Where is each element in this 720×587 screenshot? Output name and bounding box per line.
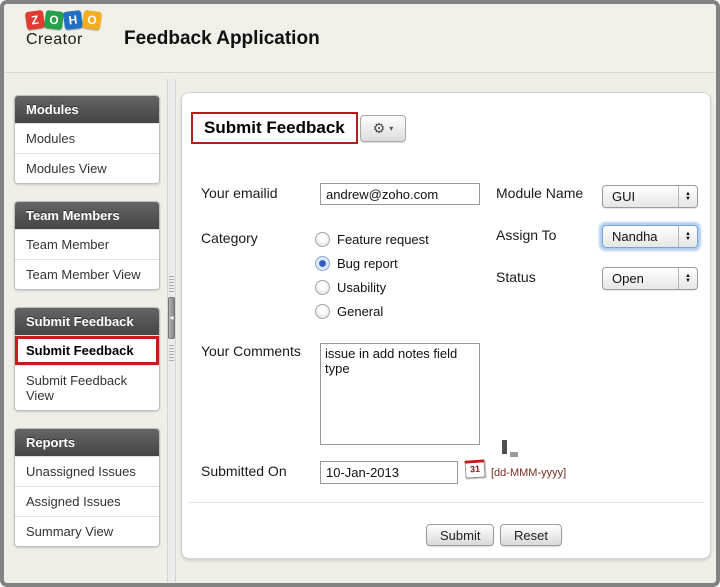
radio-bug-report[interactable]: Bug report xyxy=(315,256,398,271)
gear-icon: ⚙ xyxy=(373,120,386,136)
submitted-on-label: Submitted On xyxy=(201,463,287,479)
module-name-label: Module Name xyxy=(496,185,583,201)
form-divider xyxy=(188,502,704,503)
radio-selected-icon[interactable] xyxy=(315,256,330,271)
zoho-creator-logo[interactable]: ZOHO Creator xyxy=(26,11,121,49)
radio-icon[interactable] xyxy=(315,304,330,319)
email-input[interactable] xyxy=(320,183,480,205)
settings-menu-button[interactable]: ⚙ ▾ xyxy=(360,115,406,142)
module-name-value: GUI xyxy=(603,189,678,204)
app-header: ZOHO Creator Feedback Application xyxy=(4,4,716,73)
comments-label: Your Comments xyxy=(201,343,301,359)
chevron-down-icon: ▾ xyxy=(389,124,393,133)
calendar-icon[interactable]: 31 xyxy=(464,459,485,478)
module-name-select[interactable]: GUI ▲▼ xyxy=(602,185,698,208)
radio-label: Usability xyxy=(337,280,386,295)
email-label: Your emailid xyxy=(201,185,278,201)
sidebar-header-reports[interactable]: Reports xyxy=(15,429,159,456)
logo-letter-o1: O xyxy=(44,10,64,30)
comments-textarea[interactable]: issue in add notes field type xyxy=(320,343,480,445)
sidebar-item-submit-feedback-view[interactable]: Submit Feedback View xyxy=(15,365,159,410)
date-format-hint: [dd-MMM-yyyy] xyxy=(491,467,566,479)
status-select[interactable]: Open ▲▼ xyxy=(602,267,698,290)
stepper-arrows-icon: ▲▼ xyxy=(678,186,697,207)
status-label: Status xyxy=(496,269,536,285)
radio-label: Bug report xyxy=(337,256,398,271)
logo-letter-o2: O xyxy=(82,10,102,30)
form-panel: Submit Feedback ⚙ ▾ Your emailid Module … xyxy=(181,92,711,559)
sidebar-splitter[interactable]: ◂ xyxy=(167,79,176,582)
stepper-arrows-icon: ▲▼ xyxy=(678,268,697,289)
radio-label: General xyxy=(337,304,383,319)
sidebar-section-reports: Reports Unassigned Issues Assigned Issue… xyxy=(14,428,160,547)
sidebar-item-unassigned-issues[interactable]: Unassigned Issues xyxy=(15,456,159,486)
app-title: Feedback Application xyxy=(124,28,320,50)
sidebar-item-modules-view[interactable]: Modules View xyxy=(15,153,159,183)
assign-to-value: Nandha xyxy=(603,229,678,244)
splitter-grip-top[interactable] xyxy=(169,276,174,292)
sidebar-section-submit-feedback: Submit Feedback Submit Feedback Submit F… xyxy=(14,307,160,411)
text-cursor-artifact xyxy=(502,440,507,454)
radio-icon[interactable] xyxy=(315,232,330,247)
sidebar-header-modules[interactable]: Modules xyxy=(15,96,159,123)
sidebar: Modules Modules Modules View Team Member… xyxy=(14,95,160,564)
sidebar-item-team-member[interactable]: Team Member xyxy=(15,229,159,259)
sidebar-item-assigned-issues[interactable]: Assigned Issues xyxy=(15,486,159,516)
radio-usability[interactable]: Usability xyxy=(315,280,386,295)
splitter-collapse-handle[interactable]: ◂ xyxy=(168,297,175,339)
sidebar-item-summary-view[interactable]: Summary View xyxy=(15,516,159,546)
sidebar-section-modules: Modules Modules Modules View xyxy=(14,95,160,184)
radio-icon[interactable] xyxy=(315,280,330,295)
stepper-arrows-icon: ▲▼ xyxy=(678,226,697,247)
sidebar-item-modules[interactable]: Modules xyxy=(15,123,159,153)
zoho-logo-icon: ZOHO xyxy=(26,11,121,29)
sidebar-header-team-members[interactable]: Team Members xyxy=(15,202,159,229)
text-cursor-artifact-shadow xyxy=(510,452,518,457)
page-title: Submit Feedback xyxy=(191,112,358,144)
sidebar-section-team-members: Team Members Team Member Team Member Vie… xyxy=(14,201,160,290)
collapse-arrow-icon: ◂ xyxy=(169,313,173,322)
logo-letter-z: Z xyxy=(25,10,45,30)
splitter-grip-bottom[interactable] xyxy=(169,345,174,361)
category-label: Category xyxy=(201,230,258,246)
sidebar-item-team-member-view[interactable]: Team Member View xyxy=(15,259,159,289)
assign-to-select[interactable]: Nandha ▲▼ xyxy=(602,225,698,248)
reset-button[interactable]: Reset xyxy=(500,524,562,546)
submit-button[interactable]: Submit xyxy=(426,524,494,546)
sidebar-header-submit-feedback[interactable]: Submit Feedback xyxy=(15,308,159,335)
radio-feature-request[interactable]: Feature request xyxy=(315,232,429,247)
logo-letter-h: H xyxy=(63,10,83,30)
submitted-on-input[interactable] xyxy=(320,461,458,484)
app-window: ZOHO Creator Feedback Application Module… xyxy=(0,0,720,587)
status-value: Open xyxy=(603,271,678,286)
logo-creator-text: Creator xyxy=(26,31,121,49)
radio-label: Feature request xyxy=(337,232,429,247)
sidebar-item-submit-feedback[interactable]: Submit Feedback xyxy=(15,335,159,365)
radio-general[interactable]: General xyxy=(315,304,383,319)
assign-to-label: Assign To xyxy=(496,227,556,243)
